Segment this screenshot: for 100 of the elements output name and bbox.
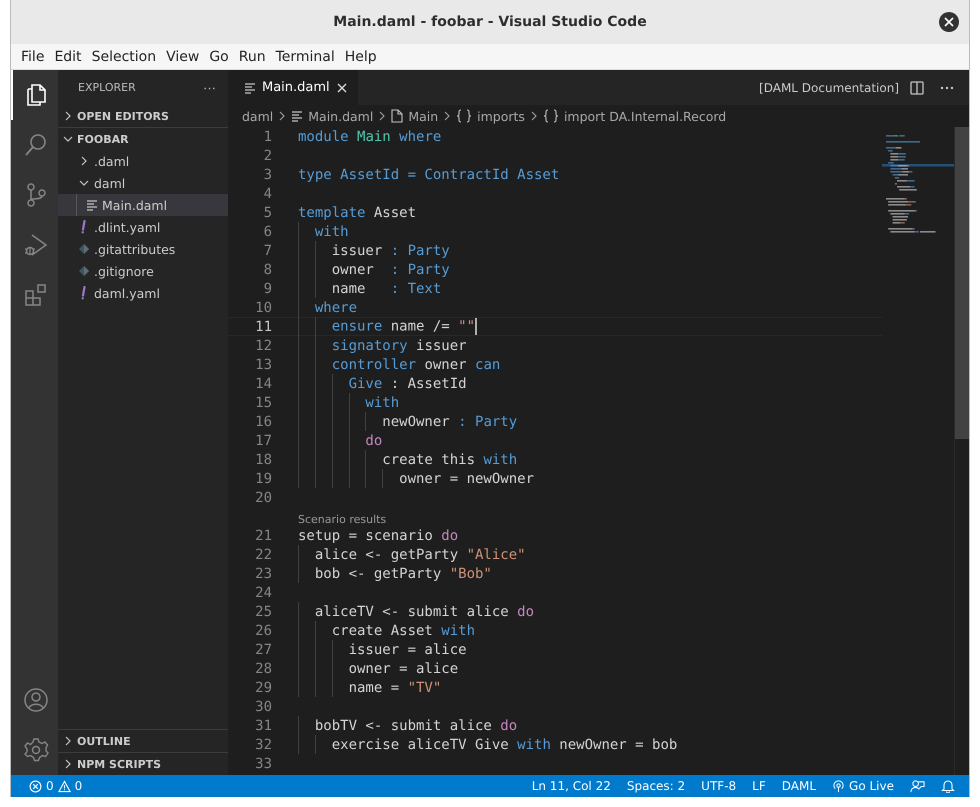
menu-item[interactable]: View: [161, 48, 204, 64]
code-lens[interactable]: Scenario results: [298, 513, 386, 526]
code-line: name = "TV": [348, 680, 442, 696]
code-line: exercise aliceTV Give with newOwner = bob: [330, 736, 678, 752]
status-item[interactable]: LF: [752, 779, 766, 793]
line-number: 26: [254, 622, 272, 638]
extensions-icon: [22, 282, 48, 308]
line-number: 23: [254, 566, 272, 582]
line-number: 12: [254, 338, 272, 354]
line-number: 21: [254, 528, 272, 544]
menu-item[interactable]: File: [16, 48, 50, 64]
code-line: where: [314, 300, 358, 316]
chevron-right-icon: [377, 111, 388, 121]
search-icon: [22, 132, 48, 158]
chevron-right-icon: [277, 111, 288, 121]
tree-item[interactable]: .dlint.yaml: [58, 216, 228, 238]
close-icon[interactable]: [336, 82, 348, 94]
code-line: Give : AssetId: [348, 376, 467, 392]
section-header[interactable]: OUTLINE: [58, 729, 228, 752]
code-line: issuer = alice: [348, 642, 467, 658]
menu-item[interactable]: Run: [234, 48, 271, 64]
line-number: 24: [254, 584, 272, 600]
line-number: 8: [262, 262, 272, 278]
broadcast-icon: [832, 780, 846, 792]
scrollbar-thumb[interactable]: [955, 127, 969, 439]
code-line: owner = newOwner: [398, 470, 534, 486]
documentation-label[interactable]: [DAML Documentation]: [759, 80, 899, 94]
code-line: name : Text: [330, 280, 442, 296]
line-number: 27: [254, 642, 272, 658]
menu-item[interactable]: Selection: [86, 48, 162, 64]
breadcrumb[interactable]: imports: [456, 108, 525, 124]
breadcrumb[interactable]: daml: [242, 108, 274, 124]
code-line: bob <- getParty "Bob": [314, 566, 492, 582]
error-icon: [29, 780, 42, 792]
breadcrumb[interactable]: Main.daml: [291, 108, 374, 124]
line-number: 31: [254, 718, 272, 734]
status-item[interactable]: DAML: [782, 779, 816, 793]
tree-item[interactable]: daml: [58, 172, 228, 194]
line-number: 20: [254, 490, 272, 506]
line-number: 10: [254, 300, 272, 316]
code-line: with: [364, 394, 400, 410]
more-actions-button[interactable]: ···: [203, 80, 216, 95]
code-line: owner : Party: [330, 262, 450, 278]
line-number: 6: [262, 224, 272, 240]
line-number: 28: [254, 660, 272, 676]
tree-item[interactable]: .gitattributes: [58, 238, 228, 260]
line-number: 33: [254, 756, 272, 772]
tree-item[interactable]: .gitignore: [58, 260, 228, 282]
status-item[interactable]: UTF-8: [701, 779, 736, 793]
code-line: module Main where: [298, 128, 442, 144]
warning-icon: [58, 780, 71, 792]
line-number: 29: [254, 680, 272, 696]
line-number: 2: [262, 148, 272, 164]
code-line: type AssetId = ContractId Asset: [298, 166, 560, 182]
menu-item[interactable]: Edit: [49, 48, 87, 64]
section-header[interactable]: OPEN EDITORS: [58, 105, 228, 127]
status-item[interactable]: Spaces: 2: [626, 779, 686, 793]
menu-item[interactable]: Terminal: [270, 48, 340, 64]
line-number: 1: [262, 128, 272, 144]
tree-item[interactable]: .daml: [58, 150, 228, 172]
line-number: 14: [254, 376, 272, 392]
tree-item[interactable]: Main.daml: [58, 194, 228, 216]
code-line: setup = scenario do: [298, 528, 458, 544]
line-number: 13: [254, 356, 272, 372]
editor-tab[interactable]: Main.daml: [228, 70, 358, 105]
diamond-icon: [78, 265, 90, 277]
line-number: 32: [254, 736, 272, 752]
menu-item[interactable]: Go: [204, 48, 234, 64]
braces-icon: [456, 109, 472, 123]
line-number: 16: [254, 414, 272, 430]
code-line: issuer : Party: [330, 242, 450, 258]
breadcrumb[interactable]: Main: [391, 108, 438, 124]
code-line: aliceTV <- submit alice do: [314, 604, 534, 620]
code-line: do: [364, 432, 382, 448]
feedback-icon[interactable]: [910, 778, 925, 794]
account-icon: [22, 687, 48, 713]
section-header[interactable]: FOOBAR: [58, 127, 228, 150]
code-line: create Asset with: [330, 622, 476, 638]
line-number: 3: [262, 166, 272, 182]
line-number: 18: [254, 452, 272, 468]
diamond-icon: [78, 243, 90, 255]
menu-item[interactable]: Help: [340, 48, 382, 64]
braces-icon: [542, 109, 559, 123]
close-button[interactable]: [939, 12, 959, 32]
go-live-button[interactable]: Go Live: [832, 779, 894, 793]
file-icon: [391, 109, 404, 123]
code-line: bobTV <- submit alice do: [314, 718, 518, 734]
close-icon: [944, 17, 954, 27]
bell-icon[interactable]: [941, 779, 955, 793]
tree-item[interactable]: daml.yaml: [58, 282, 228, 304]
split-editor-icon[interactable]: [909, 80, 925, 96]
line-number: 11: [254, 318, 272, 334]
problems-indicator[interactable]: 0 0: [29, 779, 82, 793]
line-number: 15: [254, 394, 272, 410]
text-cursor: [475, 318, 478, 335]
window-title: Main.daml - foobar - Visual Studio Code: [333, 14, 647, 30]
breadcrumb[interactable]: import DA.Internal.Record: [542, 108, 726, 124]
status-item[interactable]: Ln 11, Col 22: [532, 779, 611, 793]
code-line: controller owner can: [330, 356, 500, 372]
code-line: signatory issuer: [330, 338, 467, 354]
